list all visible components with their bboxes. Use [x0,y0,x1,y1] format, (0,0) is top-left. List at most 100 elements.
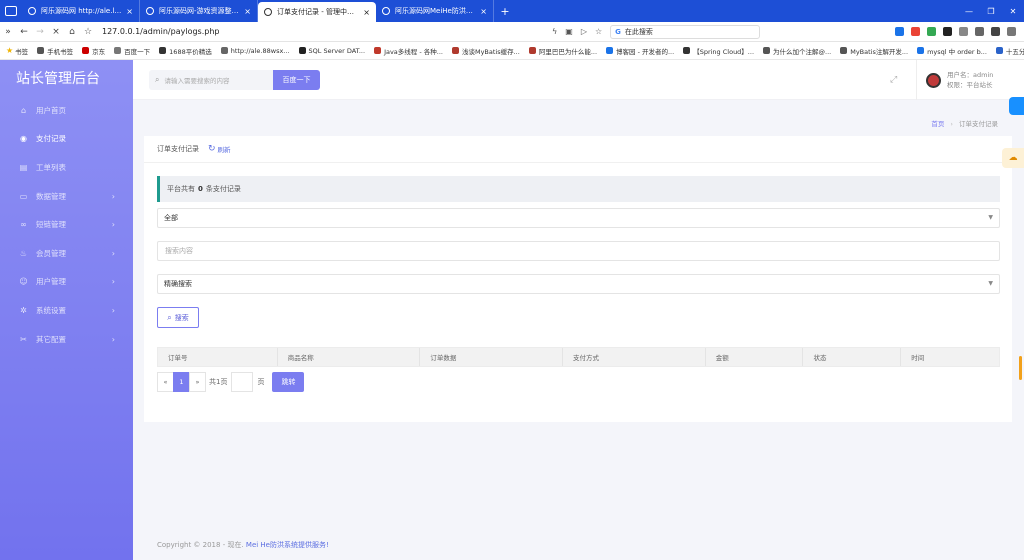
table-column-header[interactable]: 状态 [803,348,902,366]
sidebar-item-4[interactable]: ∞ 短链管理 › [0,210,133,239]
close-tab-icon[interactable]: × [244,7,251,16]
cloud-sync-icon[interactable]: ☁ [1002,148,1024,168]
close-window-icon[interactable]: ✕ [1002,7,1024,16]
sidebar-item-3[interactable]: ▭ 数据管理 › [0,182,133,211]
minimize-icon[interactable]: — [958,7,980,16]
bookmark-item[interactable]: 【Spring Cloud】... [683,46,754,56]
sidebar-item-6[interactable]: ☺ 用户管理 › [0,268,133,297]
browser-tab-3[interactable]: 阿乐源码网MeiHe防洪版本系统 × [376,0,494,22]
extension-icon[interactable] [927,27,936,36]
sidebar-item-5[interactable]: ♨ 会员管理 › [0,239,133,268]
new-tab-button[interactable]: + [494,0,516,22]
bookmark-item[interactable]: 浅谈MyBatis缓存... [451,46,520,56]
back-button[interactable]: ← [16,27,32,37]
extension-icon[interactable] [911,27,920,36]
play-icon[interactable]: ▷ [581,27,587,36]
search-content-input[interactable]: 搜索内容 [157,241,1000,261]
pager-prev[interactable]: « [157,372,174,392]
sidebar-item-1[interactable]: ◉ 支付记录 [0,125,133,154]
bookmark-item[interactable]: 百度一下 [114,46,150,56]
bookmark-item[interactable]: 十五分钟用Spri... [995,46,1024,56]
table-column-header[interactable]: 订单号 [158,348,278,366]
browser-tab-2[interactable]: 订单支付记录 - 管理中心平台 × [258,2,376,22]
table-column-header[interactable]: 金额 [706,348,804,366]
extension-icon[interactable] [991,27,1000,36]
pager-go-button[interactable]: 跳转 [272,372,305,392]
sidebar-item-2[interactable]: ▤ 工单列表 [0,153,133,182]
bookmark-item[interactable]: 为什么加个注解@... [763,46,831,56]
close-tab-icon[interactable]: × [480,7,487,16]
bookmark-item[interactable]: 京东 [82,46,105,56]
chevron-down-icon: ▼ [988,280,993,287]
search-icon: ⌕ [167,312,172,322]
forward-button[interactable]: → [32,27,48,37]
bookmark-item[interactable]: http://ale.88wsx... [220,47,290,55]
search-button[interactable]: ⌕ 搜索 [157,307,199,328]
table-column-header[interactable]: 时间 [901,348,999,366]
chevron-right-icon: › [111,277,115,287]
bookmark-favicon-icon [763,47,771,54]
maximize-icon[interactable]: ❐ [980,7,1002,16]
bookmark-item[interactable]: 手机书签 [37,46,73,56]
browser-sidebar-toggle[interactable] [0,0,22,22]
bookmark-item[interactable]: 1688平价精选 [159,46,212,56]
tab-title: 阿乐源码网MeiHe防洪版本系统 [395,7,476,15]
chevron-right-icon: › [111,220,115,230]
record-count-alert: 平台共有 0 条支付记录 [157,176,1000,202]
extension-icon[interactable] [959,27,968,36]
bookmark-item[interactable]: Java多线程 - 各种... [374,46,443,56]
chevron-right-icon: › [111,191,115,201]
stop-button[interactable]: × [48,27,64,37]
fullscreen-icon[interactable]: ⤢ [890,75,897,85]
scroll-handle[interactable] [1019,356,1022,380]
favorite-icon[interactable]: ☆ [595,27,602,36]
cloud-float-button[interactable] [1009,97,1024,115]
extension-icon[interactable] [943,27,952,36]
qr-icon[interactable]: ▣ [565,27,573,36]
translate-icon[interactable] [895,27,904,36]
footer-link[interactable]: Mei He防洪系统提供服务! [246,541,329,549]
bookmark-item[interactable]: mysql 中 order b... [917,46,987,56]
close-tab-icon[interactable]: × [126,7,133,16]
bookmark-item[interactable]: 博客园 - 开发者的... [606,46,674,56]
pager-page-1[interactable]: 1 [173,372,190,392]
bookmark-label: Java多线程 - 各种... [384,47,443,56]
sidebar-item-0[interactable]: ⌂ 用户首页 [0,96,133,125]
bookmark-label: 京东 [92,47,106,56]
bookmark-item[interactable]: MyBatis注解开发... [840,46,908,56]
table-column-header[interactable]: 商品名称 [278,348,421,366]
expand-icon[interactable]: » [0,27,16,37]
tab-title: 阿乐源码网 http://ale.leleyangya [41,7,122,15]
bookmark-label: 手机书签 [47,47,74,56]
user-name: 用户名：admin [947,71,994,79]
pager-unit: 页 [257,378,265,386]
pager-next[interactable]: » [189,372,206,392]
browser-search-box[interactable]: G 在此搜索 [610,24,761,39]
table-column-header[interactable]: 支付方式 [563,348,706,366]
table-column-header[interactable]: 订单数据 [420,348,564,366]
close-tab-icon[interactable]: × [363,8,370,17]
menu-icon[interactable] [1007,27,1016,36]
breadcrumb-home[interactable]: 首页 [931,120,944,128]
bookmark-item[interactable]: SQL Server DAT... [298,46,366,55]
bookmark-star-icon[interactable]: ☆ [80,27,96,37]
pager-jump-input[interactable] [231,372,254,392]
bookmark-item[interactable]: ★ 书签 [6,46,28,56]
bookmark-label: SQL Server DAT... [308,46,366,55]
sidebar-item-8[interactable]: ✂ 其它配置 › [0,325,133,354]
lightning-icon[interactable]: ϟ [552,27,557,36]
filter-select[interactable]: 全部 ▼ [157,208,1000,228]
home-button[interactable]: ⌂ [64,27,80,37]
search-mode-select[interactable]: 精确搜索 ▼ [157,274,1000,294]
browser-tab-1[interactable]: 阿乐源码网-游戏资源整合网站-5 × [140,0,258,22]
url-field[interactable]: 127.0.0.1/admin/paylogs.php [102,27,552,36]
user-info[interactable]: 用户名：admin 权限：平台站长 [916,60,1024,100]
site-search-button[interactable]: 百度一下 [273,69,320,90]
site-search-input[interactable]: ⌕ 请输入需要搜索的内容 [149,69,273,90]
bookmark-item[interactable]: 阿里巴巴为什么能... [528,46,597,56]
browser-tab-0[interactable]: 阿乐源码网 http://ale.leleyangya × [22,0,140,22]
sidebar-item-7[interactable]: ✲ 系统设置 › [0,296,133,325]
extension-icon[interactable] [975,27,984,36]
search-button-label: 搜索 [174,313,189,322]
refresh-button[interactable]: ↻ 刷新 [208,144,231,154]
